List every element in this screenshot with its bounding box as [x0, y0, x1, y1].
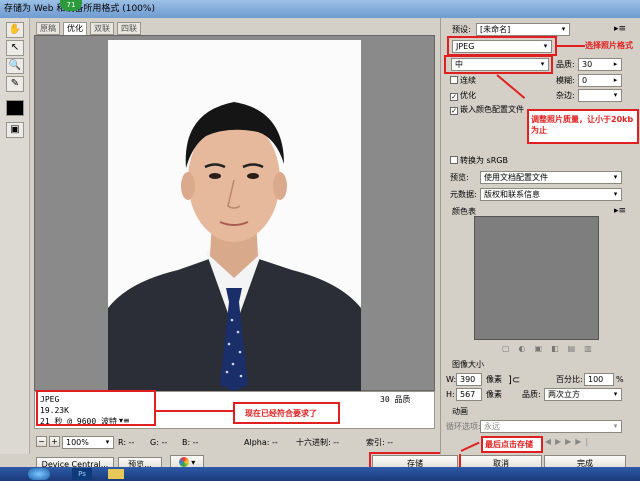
- chevron-down-icon: ▾: [105, 438, 110, 446]
- annotation-choose-format: 选择照片格式: [585, 41, 633, 50]
- width-unit: 像素: [486, 375, 502, 384]
- resample-select[interactable]: 两次立方 ▾: [544, 388, 622, 401]
- browser-icon: [178, 457, 189, 467]
- chevron-down-icon: ▾: [613, 91, 618, 99]
- tab-optimized[interactable]: 优化: [63, 22, 87, 35]
- status-r: R: --: [118, 438, 135, 447]
- metadata-label: 元数据:: [450, 190, 477, 199]
- blur-field[interactable]: 0 ▸: [578, 74, 622, 87]
- folder-taskbar-icon[interactable]: [108, 469, 124, 479]
- tab-original[interactable]: 原稿: [36, 22, 60, 35]
- status-bar: − + 100% ▾ R: -- G: -- B: -- Alpha: -- 十六…: [34, 434, 440, 451]
- tab-2up[interactable]: 双联: [90, 22, 114, 35]
- portrait-photo: [108, 40, 361, 391]
- blur-label: 模糊:: [556, 76, 575, 85]
- zoom-tool-icon[interactable]: 🔍: [6, 58, 24, 74]
- annotation-box-quality: [444, 55, 553, 74]
- hand-tool-icon[interactable]: ✋: [6, 22, 24, 38]
- preset-label: 预设:: [452, 25, 471, 34]
- annotation-finally-save: 最后点击存储: [485, 439, 533, 450]
- zoom-level-field[interactable]: 100% ▾: [62, 436, 114, 449]
- image-size-title: 图像大小: [452, 360, 484, 369]
- loop-select[interactable]: 永远 ▾: [480, 420, 622, 433]
- annotation-arrow-info: [156, 410, 234, 412]
- convert-srgb-option[interactable]: 转换为 sRGB: [450, 155, 508, 166]
- chevron-right-icon: ▸: [613, 60, 618, 68]
- annotation-box-info: [36, 390, 156, 426]
- quality-field[interactable]: 30 ▸: [578, 58, 622, 71]
- color-table-tools-icon[interactable]: ▢◐▣◧▤▥: [502, 344, 612, 353]
- preview-setting-label: 预览:: [450, 173, 469, 182]
- quality-label: 品质:: [556, 60, 575, 69]
- tab-4up[interactable]: 四联: [117, 22, 141, 35]
- status-g: G: --: [150, 438, 168, 447]
- photoshop-taskbar-icon[interactable]: Ps: [72, 468, 92, 480]
- tool-strip: ✋ ↖ 🔍 ✎ ▣: [0, 18, 30, 454]
- height-label: H:: [446, 390, 455, 399]
- width-field[interactable]: 390: [456, 373, 482, 386]
- matte-label: 杂边:: [556, 91, 575, 100]
- chevron-down-icon: ▾: [613, 390, 618, 398]
- annotation-now-meets: 现在已经符合要求了: [245, 408, 317, 419]
- link-icon[interactable]: ]⊂: [508, 376, 520, 386]
- preset-select[interactable]: [未命名] ▾: [476, 23, 570, 36]
- zoom-in-button[interactable]: +: [49, 436, 60, 447]
- taskbar: Ps: [0, 467, 640, 481]
- zoom-out-button[interactable]: −: [36, 436, 47, 447]
- status-alpha: Alpha: --: [244, 438, 278, 447]
- resample-label: 品质:: [522, 390, 541, 399]
- metadata-select[interactable]: 版权和联系信息 ▾: [480, 188, 622, 201]
- eyedropper-color-swatch[interactable]: [6, 100, 24, 116]
- window-title: 存储为 Web 和设备所用格式 (100%): [0, 0, 640, 18]
- info-quality: 30 品质: [380, 395, 411, 404]
- view-tabs: 原稿 优化 双联 四联: [36, 22, 436, 35]
- chevron-right-icon: ▸: [613, 76, 618, 84]
- panel-menu-icon[interactable]: ▸≡: [614, 24, 626, 34]
- convert-srgb-checkbox[interactable]: [450, 156, 458, 164]
- annotation-adjust-quality: 调整照片质量，让小于20kb为止: [531, 114, 635, 136]
- height-unit: 像素: [486, 390, 502, 399]
- embed-profile-option[interactable]: ✓ 嵌入颜色配置文件: [450, 104, 524, 115]
- annotation-box-format: [447, 36, 557, 56]
- chevron-down-icon: ▾: [613, 190, 618, 198]
- width-label: W:: [446, 375, 457, 384]
- color-table-menu-icon[interactable]: ▸≡: [614, 206, 626, 216]
- optimized-checkbox[interactable]: ✓: [450, 93, 458, 101]
- status-b: B: --: [182, 438, 199, 447]
- progressive-checkbox[interactable]: [450, 76, 458, 84]
- color-table-area[interactable]: [474, 216, 599, 340]
- percent-unit: %: [616, 375, 624, 384]
- loop-label: 循环选项:: [446, 422, 481, 431]
- animation-title: 动画: [452, 407, 468, 416]
- status-hex: 十六进制: --: [296, 438, 340, 447]
- embed-profile-checkbox[interactable]: ✓: [450, 107, 458, 115]
- optimized-option[interactable]: ✓ 优化: [450, 90, 476, 101]
- progressive-option[interactable]: 连续: [450, 75, 476, 86]
- chevron-down-icon: ▾: [561, 25, 566, 33]
- preview-setting-select[interactable]: 使用文档配置文件 ▾: [480, 171, 622, 184]
- app-badge: 71: [60, 0, 82, 11]
- start-icon[interactable]: [28, 468, 50, 480]
- eyedropper-tool-icon[interactable]: ✎: [6, 76, 24, 92]
- slice-select-tool-icon[interactable]: ↖: [6, 40, 24, 56]
- annotation-arrow-format: [557, 45, 585, 47]
- color-table-title: 颜色表: [452, 207, 476, 216]
- matte-select[interactable]: ▾: [578, 89, 622, 102]
- status-index: 索引: --: [366, 438, 394, 447]
- percent-label: 百分比:: [556, 375, 583, 384]
- chevron-down-icon: ▾: [613, 422, 618, 430]
- toggle-slices-icon[interactable]: ▣: [6, 122, 24, 138]
- height-field[interactable]: 567: [456, 388, 482, 401]
- chevron-down-icon: ▾: [613, 173, 618, 181]
- percent-field[interactable]: 100: [584, 373, 614, 386]
